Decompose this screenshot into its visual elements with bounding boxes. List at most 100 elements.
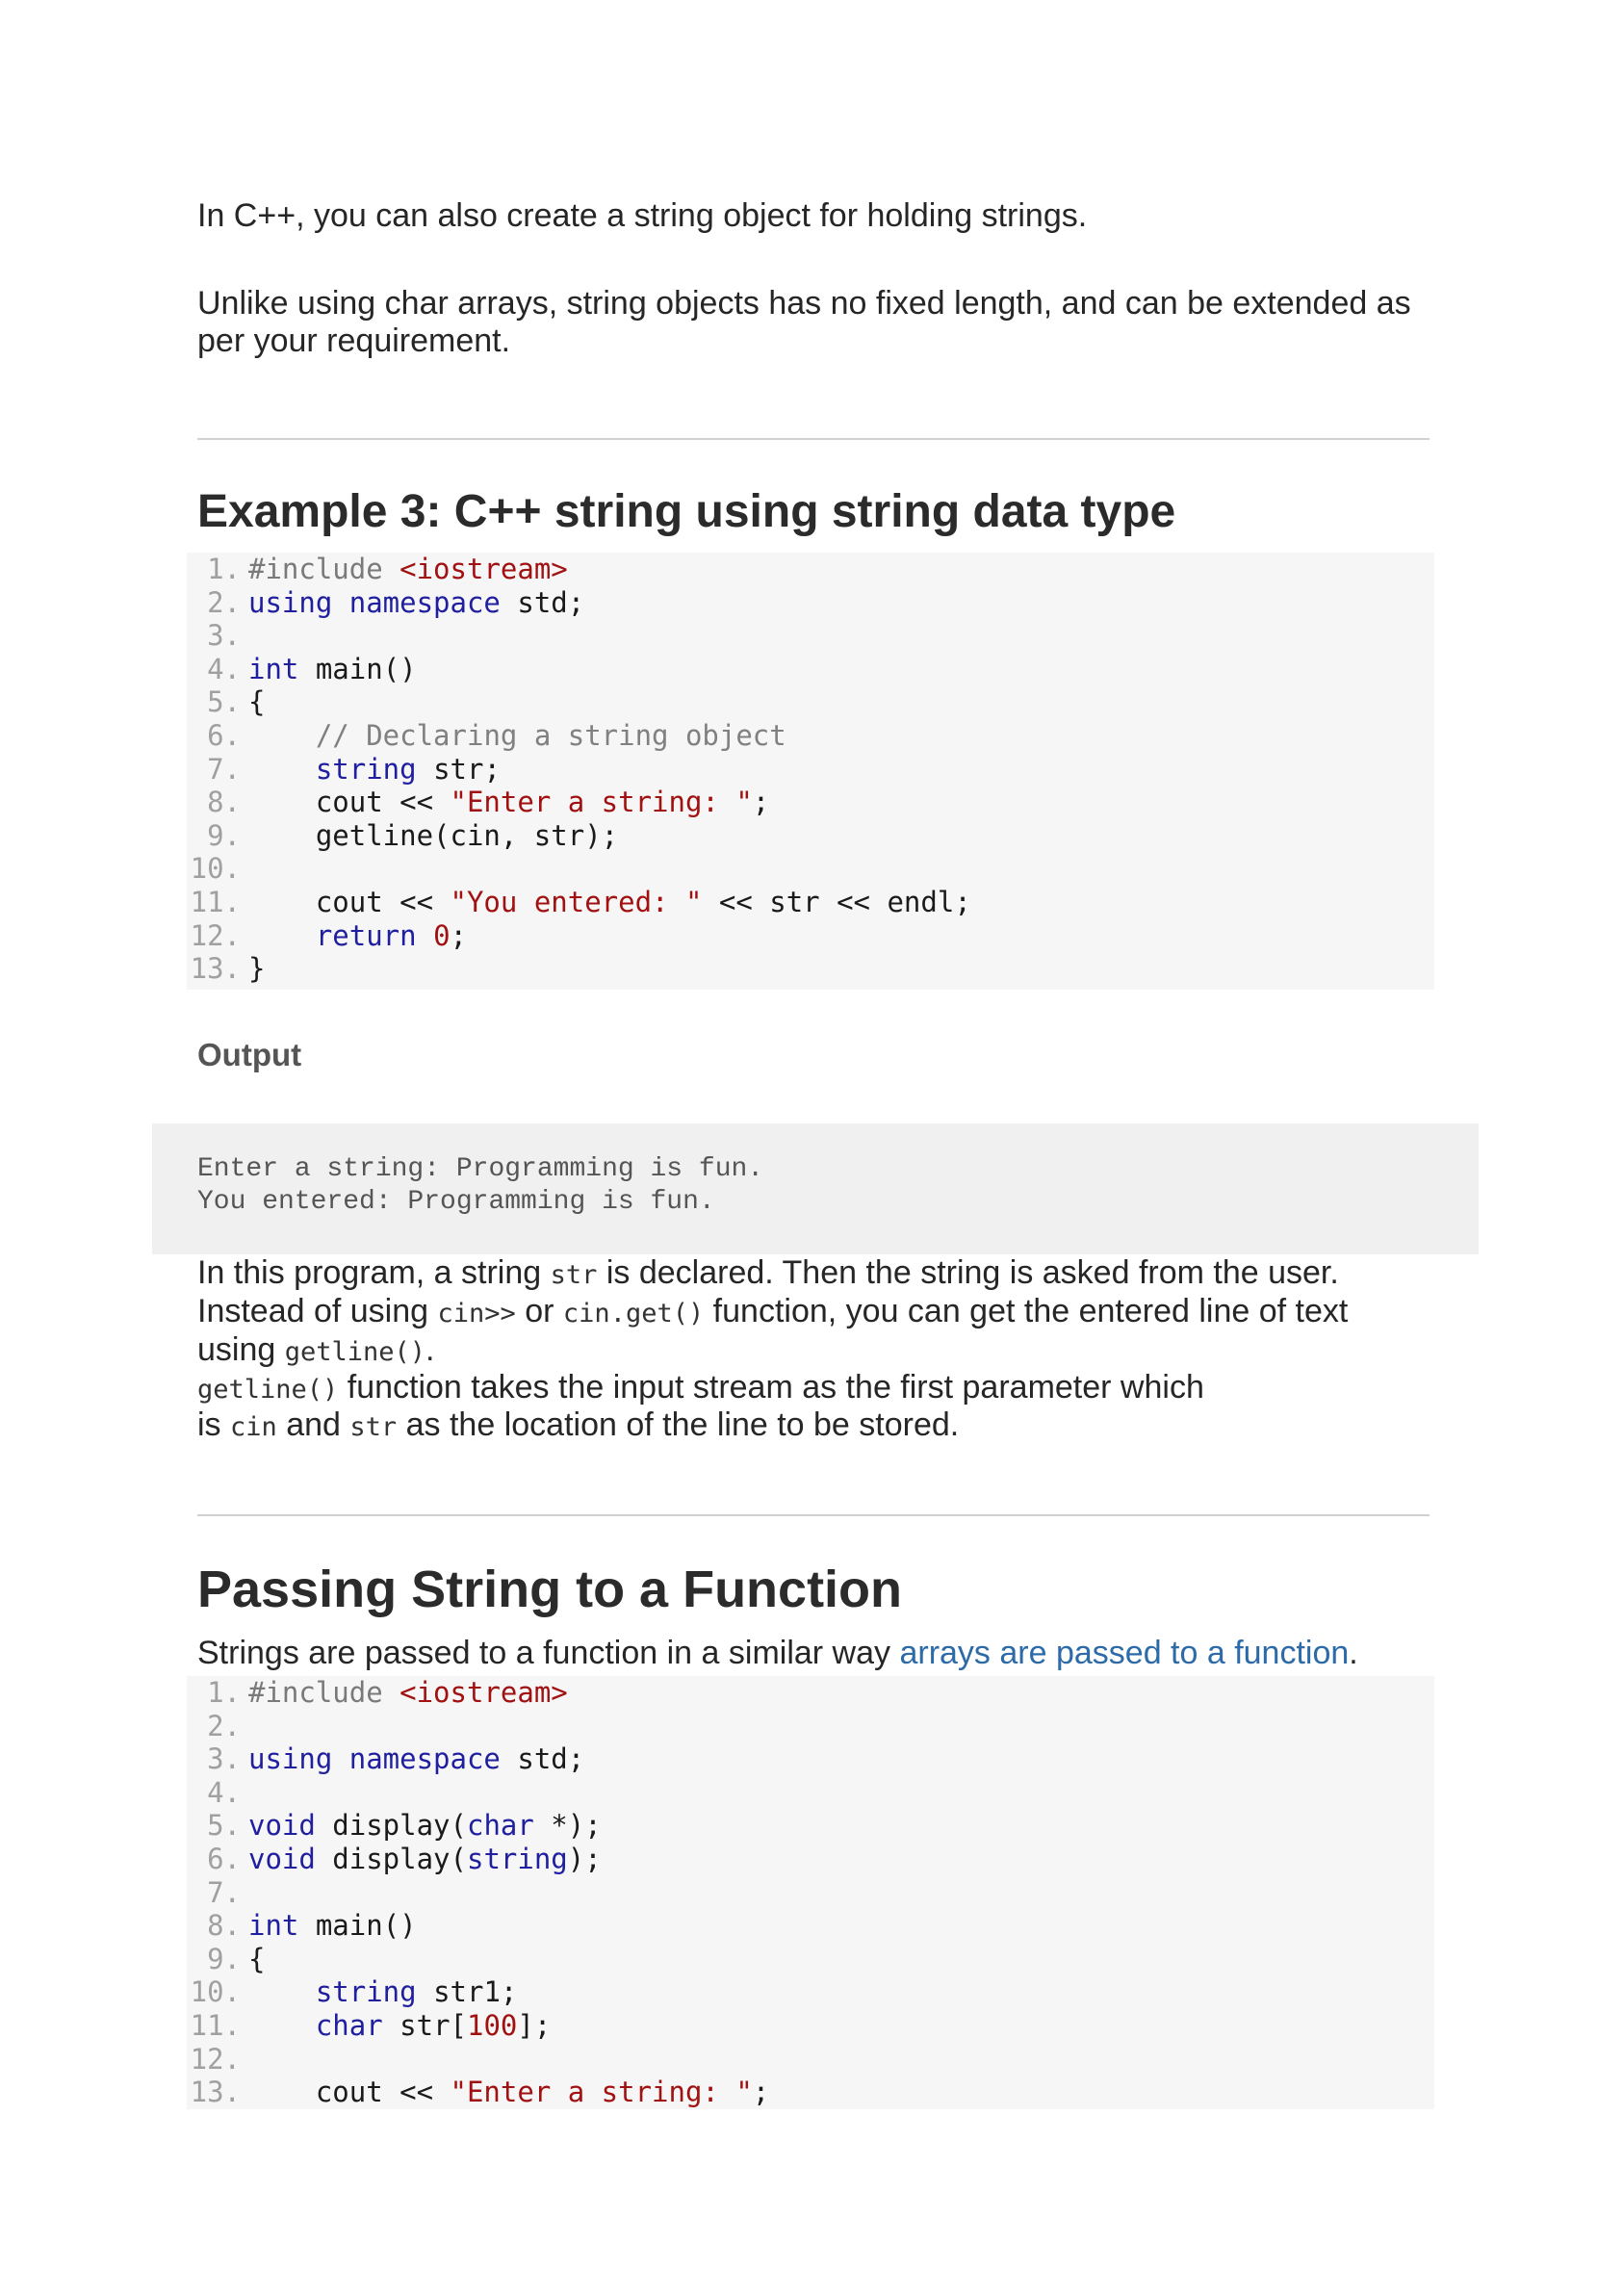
output-heading: Output [197,1037,302,1072]
code-token: void [248,1842,316,1875]
code-line: 4. [187,1776,1434,1810]
line-number: 7. [207,1875,241,1909]
code-token: char [466,1809,534,1843]
code-token: #include [248,553,400,585]
line-number: 10. [190,852,241,886]
code-token: "Enter a string: " [450,2076,753,2109]
code-token: main() [298,652,417,685]
passing-intro: Strings are passed to a function in a si… [197,1635,1358,1671]
line-number: 1. [207,553,241,585]
intro-paragraph-2: Unlike using char arrays, string objects… [197,285,1411,359]
inline-code: cin>> [437,1299,516,1329]
code-token: <iostream> [399,1676,568,1709]
arrays-function-link[interactable]: arrays are passed to a function [899,1635,1349,1671]
code-line: 9. getline(cin, str); [187,819,1434,853]
code-token: string [315,752,417,786]
example-3-heading: Example 3: C++ string using string data … [197,486,1176,537]
line-number: 5. [207,1809,241,1843]
code-token: *); [533,1809,602,1843]
line-number: 13. [190,2076,241,2109]
explanation-line-3: using getline(). [197,1331,435,1368]
code-token: string [466,1842,568,1875]
inline-code: getline() [284,1337,426,1367]
code-text: using namespace std; [248,1742,584,1776]
line-number: 3. [207,1742,241,1776]
passing-string-heading: Passing String to a Function [197,1561,903,1618]
code-token: getline(cin, str); [248,818,619,852]
code-line: 6. void display(string); [187,1843,1434,1876]
code-line: 5. void display(char *); [187,1809,1434,1843]
code-token: std; [500,1742,585,1776]
code-line: 3. using namespace std; [187,1742,1434,1776]
code-text: void display(char *); [248,1809,602,1843]
code-token: // Declaring a string object [315,718,786,752]
code-text: // Declaring a string object [248,719,786,753]
code-token: int [248,652,299,685]
code-text: #include <iostream> [248,553,568,586]
code-token: using namespace [248,1742,501,1776]
line-number: 8. [207,786,241,819]
code-token: "Enter a string: " [450,786,753,819]
inline-code: str [349,1412,398,1442]
line-number: 4. [207,652,241,685]
passing-code-block: 1. #include <iostream> 2. 3. using namespace… [187,1676,1434,2109]
code-token: str; [416,752,501,786]
code-line: 8. cout << "Enter a string: "; [187,786,1434,819]
code-token: "You entered: " [450,885,703,918]
line-number: 3. [207,619,241,653]
code-token: str[ [382,2008,467,2042]
code-token: 0 [433,918,451,952]
code-line: 5.{ [187,685,1434,719]
code-line: 1. #include <iostream> [187,553,1434,586]
code-text: return 0; [248,919,467,953]
code-line: 12. [187,2043,1434,2077]
code-token: int [248,1909,299,1943]
code-token: << str << endl; [702,885,971,918]
code-line: 7. string str; [187,753,1434,787]
code-token: 100 [467,2008,518,2042]
code-token: #include [248,1676,400,1709]
code-text: string str1; [248,1975,518,2009]
line-number: 13. [190,952,241,986]
code-token: ; [450,918,468,952]
code-token: ]; [517,2008,552,2042]
output-line-1: Enter a string: Programming is fun. [197,1154,764,1184]
line-number: 7. [207,752,241,786]
line-number: 12. [190,2042,241,2076]
line-number: 11. [190,885,241,918]
code-token: ; [752,2076,770,2109]
code-line: 11. cout << "You entered: " << str << en… [187,886,1434,919]
code-text: using namespace std; [248,586,584,620]
code-line: 12. return 0; [187,919,1434,953]
explanation-line-5: is cin and str as the location of the li… [197,1406,960,1443]
code-line: 1. #include <iostream> [187,1676,1434,1710]
line-number: 6. [207,1842,241,1875]
section-divider [197,1514,1430,1516]
code-token: cout << [248,2076,451,2109]
inline-code: getline() [197,1375,339,1405]
code-line: 10. [187,852,1434,886]
code-text: } [248,952,265,986]
code-text: { [248,1943,265,1976]
line-number: 12. [190,918,241,952]
intro-paragraph-1: In C++, you can also create a string obj… [197,197,1088,234]
code-line: 8. int main() [187,1909,1434,1943]
code-line: 3. [187,619,1434,653]
line-number: 11. [190,2008,241,2042]
example-3-code-block: 1. #include <iostream> 2. using namespace s… [187,553,1434,990]
explanation-line-4: getline() function takes the input strea… [197,1369,1204,1406]
code-token: std; [500,585,585,619]
code-text: cout << "You entered: " << str << endl; [248,886,971,919]
line-number: 1. [207,1676,241,1709]
code-text: cout << "Enter a string: "; [248,2076,769,2109]
explanation-line-1: In this program, a string str is declare… [197,1254,1339,1291]
code-text: #include <iostream> [248,1676,568,1710]
code-text: int main() [248,1909,417,1943]
code-text: char str[100]; [248,2009,551,2043]
inline-code: cin.get() [562,1299,705,1329]
